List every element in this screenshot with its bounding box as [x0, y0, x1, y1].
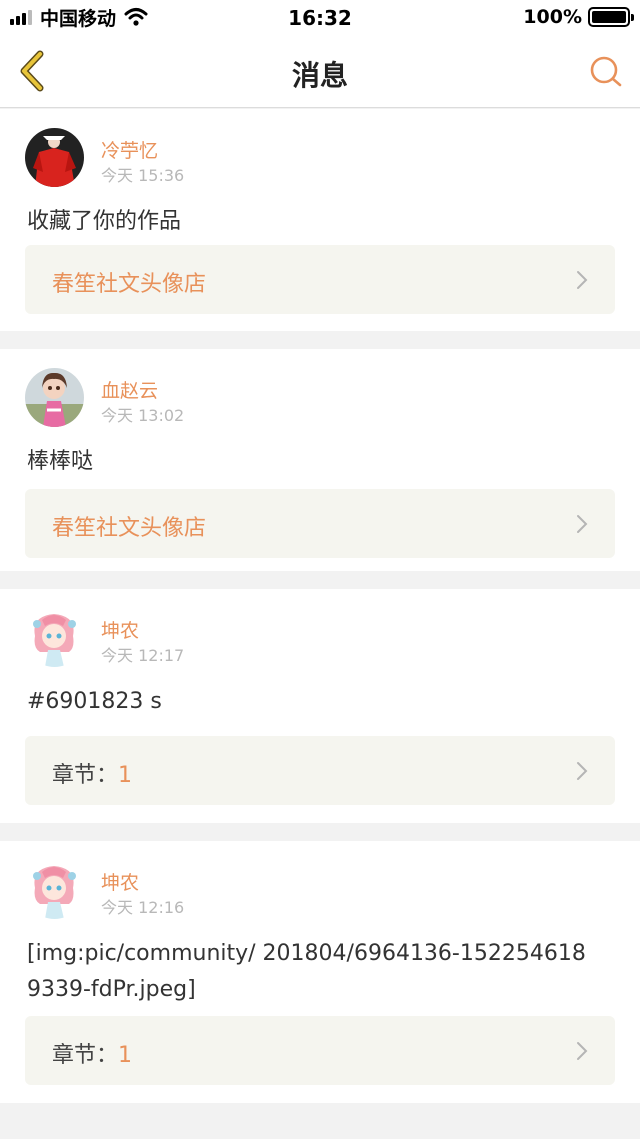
nav-bar: 消息 [0, 34, 640, 108]
user-name[interactable]: 血赵云 [101, 376, 158, 403]
page-title: 消息 [291, 59, 348, 92]
user-name[interactable]: 冷苧忆 [101, 136, 158, 163]
chevron-right-icon [577, 762, 588, 780]
message-item: 坤农 今天 12:17 #6901823 s 章节：1 [0, 589, 640, 823]
chapter-label: 章节： [52, 1043, 119, 1068]
message-item: 冷苧忆 今天 15:36 收藏了你的作品 春笙社文头像店 [0, 109, 640, 331]
message-time: 今天 12:16 [101, 898, 185, 917]
search-button[interactable] [588, 53, 624, 89]
avatar[interactable] [25, 608, 84, 667]
reference-label: 章节：1 [52, 757, 132, 789]
back-button[interactable] [14, 48, 54, 94]
message-text: #6901823 s [27, 689, 162, 714]
message-text: 收藏了你的作品 [27, 209, 182, 234]
user-name[interactable]: 坤农 [101, 868, 139, 895]
reference-link[interactable]: 春笙社文头像店 [25, 245, 615, 314]
message-time: 今天 13:02 [101, 406, 185, 425]
reference-link[interactable]: 章节：1 [25, 1016, 615, 1085]
chapter-number: 1 [118, 763, 133, 788]
reference-label: 春笙社文头像店 [52, 516, 207, 541]
message-list: 冷苧忆 今天 15:36 收藏了你的作品 春笙社文头像店 血赵云 今天 13:0… [0, 109, 640, 1121]
chapter-number: 1 [118, 1043, 133, 1068]
message-item: 血赵云 今天 13:02 棒棒哒 春笙社文头像店 [0, 349, 640, 571]
status-bar: 中国移动 16:32 100% [0, 0, 640, 34]
message-time: 今天 15:36 [101, 166, 185, 185]
chapter-label: 章节： [52, 763, 119, 788]
message-text: 棒棒哒 [27, 449, 94, 474]
reference-label: 章节：1 [52, 1037, 132, 1069]
message-time: 今天 12:17 [101, 646, 185, 665]
reference-label: 春笙社文头像店 [52, 272, 207, 297]
battery-percent: 100% [523, 6, 582, 28]
avatar[interactable] [25, 368, 84, 427]
message-text: [img:pic/community/ 201804/6964136-15225… [27, 941, 586, 1002]
chevron-right-icon [577, 1042, 588, 1060]
reference-link[interactable]: 章节：1 [25, 736, 615, 805]
divider [0, 571, 640, 589]
divider [0, 823, 640, 841]
divider [0, 1103, 640, 1121]
avatar[interactable] [25, 128, 84, 187]
chevron-right-icon [577, 271, 588, 289]
message-item: 坤农 今天 12:16 [img:pic/community/ 201804/6… [0, 841, 640, 1103]
user-name[interactable]: 坤农 [101, 616, 139, 643]
avatar[interactable] [25, 860, 84, 919]
divider [0, 331, 640, 349]
battery-icon [588, 7, 634, 27]
reference-link[interactable]: 春笙社文头像店 [25, 489, 615, 558]
status-right: 100% [523, 6, 634, 28]
chevron-right-icon [577, 515, 588, 533]
